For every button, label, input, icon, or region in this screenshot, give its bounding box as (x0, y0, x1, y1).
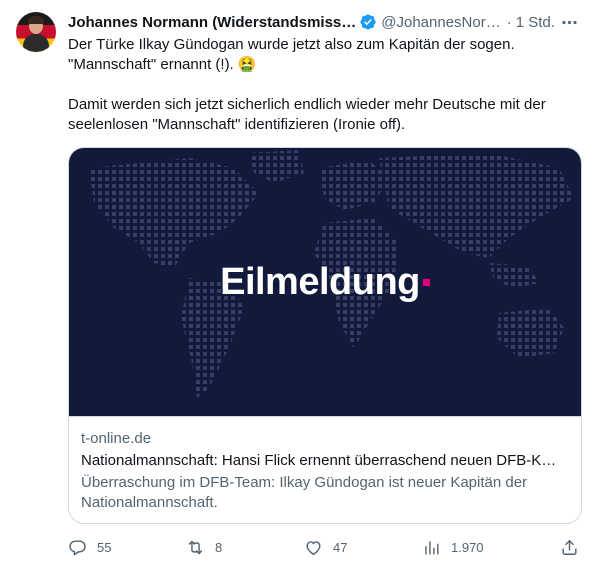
repost-icon (188, 540, 203, 554)
reply-button[interactable]: 55 (68, 536, 111, 558)
author-name[interactable]: Johannes Normann (Widerstandsmiss… (68, 14, 356, 31)
tweet-header: Johannes Normann (Widerstandsmiss… @Joha… (68, 12, 584, 32)
separator-dot: · (506, 13, 512, 31)
card-description: Überraschung im DFB-Team: Ilkay Gündogan… (81, 474, 528, 511)
magenta-dot (422, 278, 430, 286)
tweet-text: Der Türke Ilkay Gündogan wurde jetzt als… (68, 35, 584, 135)
card-image[interactable]: Eilmeldung (69, 148, 581, 416)
more-options-icon[interactable] (558, 11, 580, 33)
reply-icon (69, 539, 86, 555)
action-bar: 55 8 47 1.970 (68, 536, 584, 558)
like-button[interactable]: 47 (304, 536, 347, 558)
avatar[interactable] (16, 12, 56, 52)
views-count: 1.970 (451, 539, 484, 555)
link-preview-card[interactable]: Eilmeldung t-online.de Nationalmannschaf… (68, 147, 582, 524)
tweet-timestamp[interactable]: 1 Std. (516, 14, 555, 31)
views-chart-icon (425, 540, 439, 555)
author-handle[interactable]: @JohannesNor… (381, 14, 500, 31)
card-domain: t-online.de (81, 430, 152, 447)
views-button[interactable]: 1.970 (422, 536, 484, 558)
eilmeldung-text: Eilmeldung (220, 260, 420, 303)
avatar-hair (28, 16, 44, 24)
repost-count: 8 (215, 539, 223, 555)
card-title: Nationalmannschaft: Hansi Flick ernennt … (81, 452, 557, 469)
tweet-text-paragraph: Damit werden sich jetzt sicherlich endli… (68, 96, 550, 133)
avatar-body (23, 34, 49, 52)
reply-count: 55 (97, 539, 112, 555)
tweet-text-line: Der Türke Ilkay Gündogan wurde jetzt als… (68, 36, 515, 53)
repost-button[interactable]: 8 (186, 536, 222, 558)
tweet[interactable]: Johannes Normann (Widerstandsmiss… @Joha… (0, 0, 598, 569)
card-meta[interactable]: t-online.de Nationalmannschaft: Hansi Fl… (69, 416, 581, 513)
card-image-headline: Eilmeldung (69, 148, 581, 416)
heart-icon (306, 540, 321, 555)
share-icon (562, 539, 577, 555)
share-button[interactable] (560, 536, 579, 558)
like-count: 47 (333, 539, 348, 555)
tweet-text-line: "Mannschaft" ernannt (!). 🤮 (68, 56, 257, 73)
verified-badge-icon[interactable] (359, 13, 377, 31)
